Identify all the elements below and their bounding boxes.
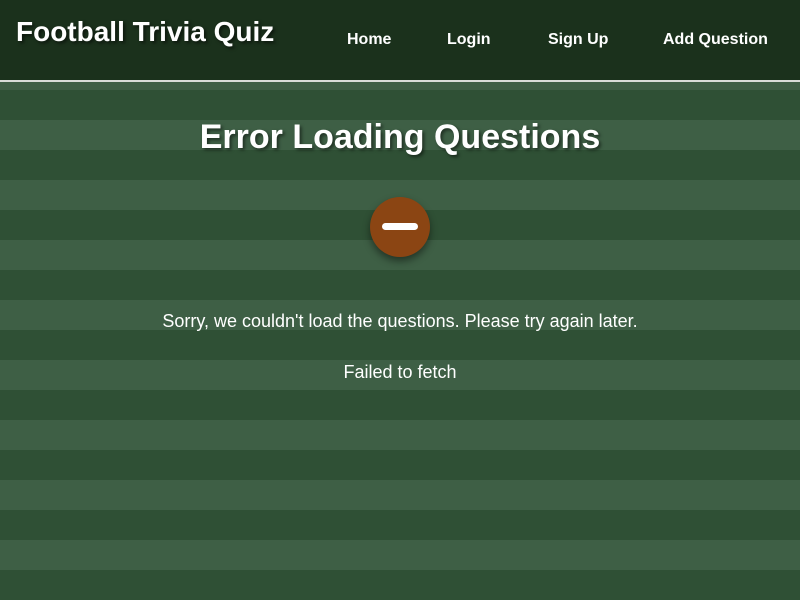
nav-links: Home Login Sign Up Add Question	[0, 31, 800, 53]
nav-link-add-question[interactable]: Add Question	[663, 31, 768, 49]
error-message: Sorry, we couldn't load the questions. P…	[162, 311, 638, 331]
football-lace	[382, 223, 418, 230]
navbar: Football Trivia Quiz Home Login Sign Up …	[0, 0, 800, 82]
nav-link-home[interactable]: Home	[347, 31, 391, 49]
nav-link-login[interactable]: Login	[447, 31, 491, 49]
error-detail: Failed to fetch	[343, 362, 457, 382]
main-content: Error Loading Questions Sorry, we couldn…	[0, 84, 800, 600]
nav-link-sign-up[interactable]: Sign Up	[548, 31, 608, 49]
error-title: Error Loading Questions	[199, 118, 601, 156]
football-icon	[370, 197, 430, 257]
